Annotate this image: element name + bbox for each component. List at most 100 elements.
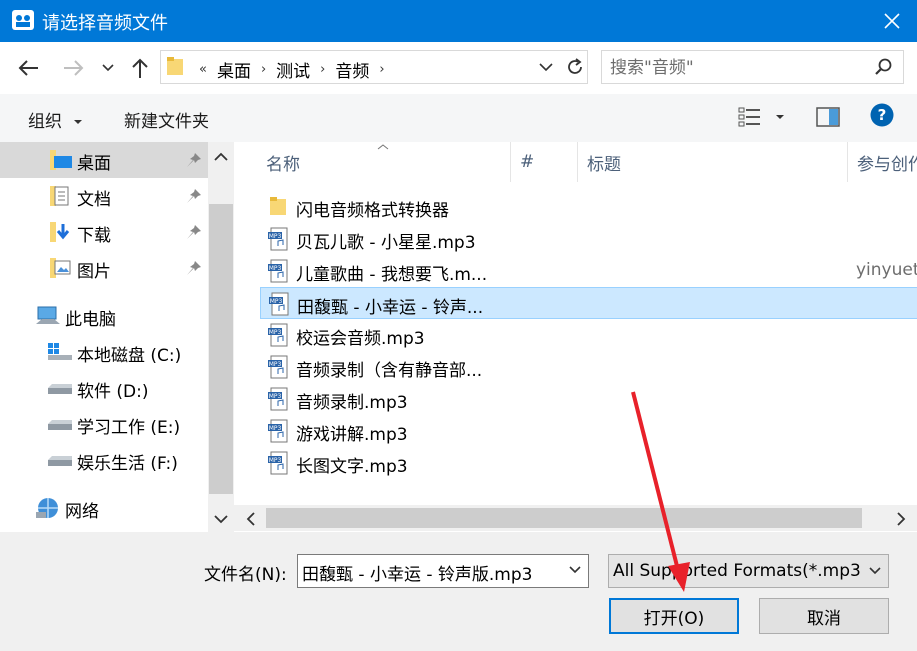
search-box[interactable] — [601, 50, 904, 84]
navigation-pane: 桌面 文档 下载 图片 此电脑 本地磁盘 (C:) 软件 (D:) 学习工作 (… — [0, 142, 234, 532]
file-row[interactable]: MP3 游戏讲解.mp3 — [260, 415, 917, 447]
sidebar-item-label: 学习工作 (E:) — [77, 418, 181, 438]
column-divider[interactable] — [577, 142, 578, 182]
open-button[interactable]: 打开(O) — [609, 598, 739, 634]
app-icon — [12, 10, 34, 30]
file-list-scrollbar[interactable] — [234, 505, 917, 531]
organize-button[interactable]: 组织 — [28, 107, 83, 132]
help-label: ? — [878, 106, 887, 124]
title-bar: 请选择音频文件 — [0, 0, 917, 42]
sidebar-item-label: 软件 (D:) — [77, 382, 149, 402]
breadcrumb-audio[interactable]: 音频 — [331, 57, 373, 82]
back-button[interactable] — [16, 56, 40, 80]
search-icon[interactable] — [875, 58, 893, 76]
filename-combobox[interactable] — [297, 554, 589, 588]
sidebar-item-drive-e[interactable]: 学习工作 (E:) — [0, 406, 208, 442]
pin-icon[interactable] — [186, 188, 202, 204]
file-row[interactable]: MP3 长图文字.mp3 — [260, 447, 917, 479]
mp3-file-icon: MP3 — [268, 387, 288, 411]
chevron-right-icon[interactable]: › — [255, 62, 272, 77]
sidebar-item-drive-d[interactable]: 软件 (D:) — [0, 370, 208, 406]
window-title: 请选择音频文件 — [42, 13, 168, 34]
file-row[interactable]: MP3 音频录制（含有静音部... — [260, 351, 917, 383]
sidebar-item-this-pc[interactable]: 此电脑 — [0, 298, 208, 334]
file-name: 闪电音频格式转换器 — [296, 201, 449, 221]
mp3-file-icon: MP3 — [268, 419, 288, 443]
help-icon[interactable]: ? — [870, 103, 894, 127]
file-name: 贝瓦儿歌 - 小星星.mp3 — [296, 233, 476, 253]
forward-button[interactable] — [62, 56, 86, 80]
downloads-icon — [50, 222, 70, 242]
sidebar-item-downloads[interactable]: 下载 — [0, 214, 208, 250]
sidebar-item-desktop[interactable]: 桌面 — [0, 142, 208, 178]
sidebar-item-label: 文档 — [77, 190, 111, 210]
breadcrumb-desktop[interactable]: 桌面 — [213, 57, 255, 82]
address-dropdown-icon[interactable] — [539, 58, 553, 76]
column-header-title[interactable]: 标题 — [587, 142, 621, 182]
svg-text:MP3: MP3 — [269, 329, 282, 336]
sidebar-item-drive-c[interactable]: 本地磁盘 (C:) — [0, 334, 208, 370]
scroll-left-icon[interactable] — [246, 512, 256, 526]
refresh-button[interactable] — [562, 50, 588, 84]
svg-text:MP3: MP3 — [269, 425, 282, 432]
mp3-file-icon: MP3 — [268, 451, 288, 475]
sort-ascending-icon — [377, 144, 389, 150]
folder-row[interactable]: 闪电音频格式转换器 — [260, 191, 917, 223]
mp3-file-icon: MP3 — [268, 227, 288, 251]
file-type-dropdown[interactable] — [862, 555, 888, 587]
arrow-right-icon — [64, 60, 84, 76]
scroll-right-icon[interactable] — [896, 512, 906, 526]
overflow-breadcrumb[interactable]: « — [193, 62, 213, 77]
scroll-down-icon[interactable] — [214, 514, 228, 524]
sidebar-item-label: 本地磁盘 (C:) — [77, 346, 182, 366]
desktop-folder-icon — [50, 150, 72, 170]
recent-locations-button[interactable] — [96, 56, 120, 80]
windows-drive-icon — [48, 343, 72, 360]
chevron-right-icon[interactable]: › — [373, 62, 390, 77]
svg-text:MP3: MP3 — [269, 233, 282, 240]
chevron-down-icon[interactable] — [568, 563, 582, 577]
file-name: 田馥甄 - 小幸运 - 铃声... — [297, 298, 484, 318]
sidebar-item-pictures[interactable]: 图片 — [0, 250, 208, 286]
scrollbar-thumb[interactable] — [209, 204, 233, 494]
filename-input[interactable] — [302, 560, 558, 584]
new-folder-button[interactable]: 新建文件夹 — [124, 107, 209, 132]
column-divider[interactable] — [847, 142, 848, 182]
mp3-file-icon: MP3 — [269, 292, 289, 316]
up-button[interactable] — [128, 56, 152, 80]
sidebar-item-drive-f[interactable]: 娱乐生活 (F:) — [0, 442, 208, 478]
dropdown-arrow-icon — [74, 120, 83, 124]
file-row-selected[interactable]: MP3 田馥甄 - 小幸运 - 铃声... — [260, 287, 917, 319]
breadcrumb-test[interactable]: 测试 — [272, 57, 314, 82]
address-bar[interactable]: « 桌面 › 测试 › 音频 › — [160, 50, 588, 84]
svg-text:MP3: MP3 — [269, 457, 282, 464]
column-divider[interactable] — [510, 142, 511, 182]
view-options-icon[interactable] — [738, 107, 786, 127]
scroll-up-icon[interactable] — [214, 152, 228, 162]
pin-icon[interactable] — [186, 224, 202, 240]
sidebar-item-documents[interactable]: 文档 — [0, 178, 208, 214]
column-header-name[interactable]: 名称 — [266, 142, 300, 182]
column-header-number[interactable]: # — [520, 142, 534, 182]
pictures-icon — [50, 258, 71, 278]
column-header-contributor[interactable]: 参与创作 — [857, 142, 917, 182]
sidebar-scrollbar[interactable] — [208, 142, 234, 532]
file-name: 音频录制（含有静音部... — [296, 361, 483, 381]
cancel-button[interactable]: 取消 — [759, 598, 889, 634]
preview-pane-icon[interactable] — [816, 107, 840, 127]
scrollbar-thumb[interactable] — [266, 508, 862, 528]
pin-icon[interactable] — [186, 260, 202, 276]
file-row[interactable]: MP3 音频录制.mp3 — [260, 383, 917, 415]
arrow-up-icon — [132, 58, 148, 78]
file-row[interactable]: MP3 校运会音频.mp3 — [260, 319, 917, 351]
svg-text:MP3: MP3 — [269, 393, 282, 400]
close-button[interactable] — [867, 0, 917, 42]
pin-icon[interactable] — [186, 152, 202, 168]
file-row[interactable]: MP3 贝瓦儿歌 - 小星星.mp3 — [260, 223, 917, 255]
sidebar-item-network[interactable]: 网络 — [0, 490, 208, 526]
chevron-right-icon[interactable]: › — [314, 62, 331, 77]
file-row[interactable]: MP3 儿童歌曲 - 我想要飞.m... yinyuetai — [260, 255, 917, 287]
search-input[interactable] — [610, 56, 865, 80]
file-type-select[interactable]: All Supported Formats(*.mp3 — [608, 554, 889, 588]
folder-icon — [167, 57, 183, 75]
